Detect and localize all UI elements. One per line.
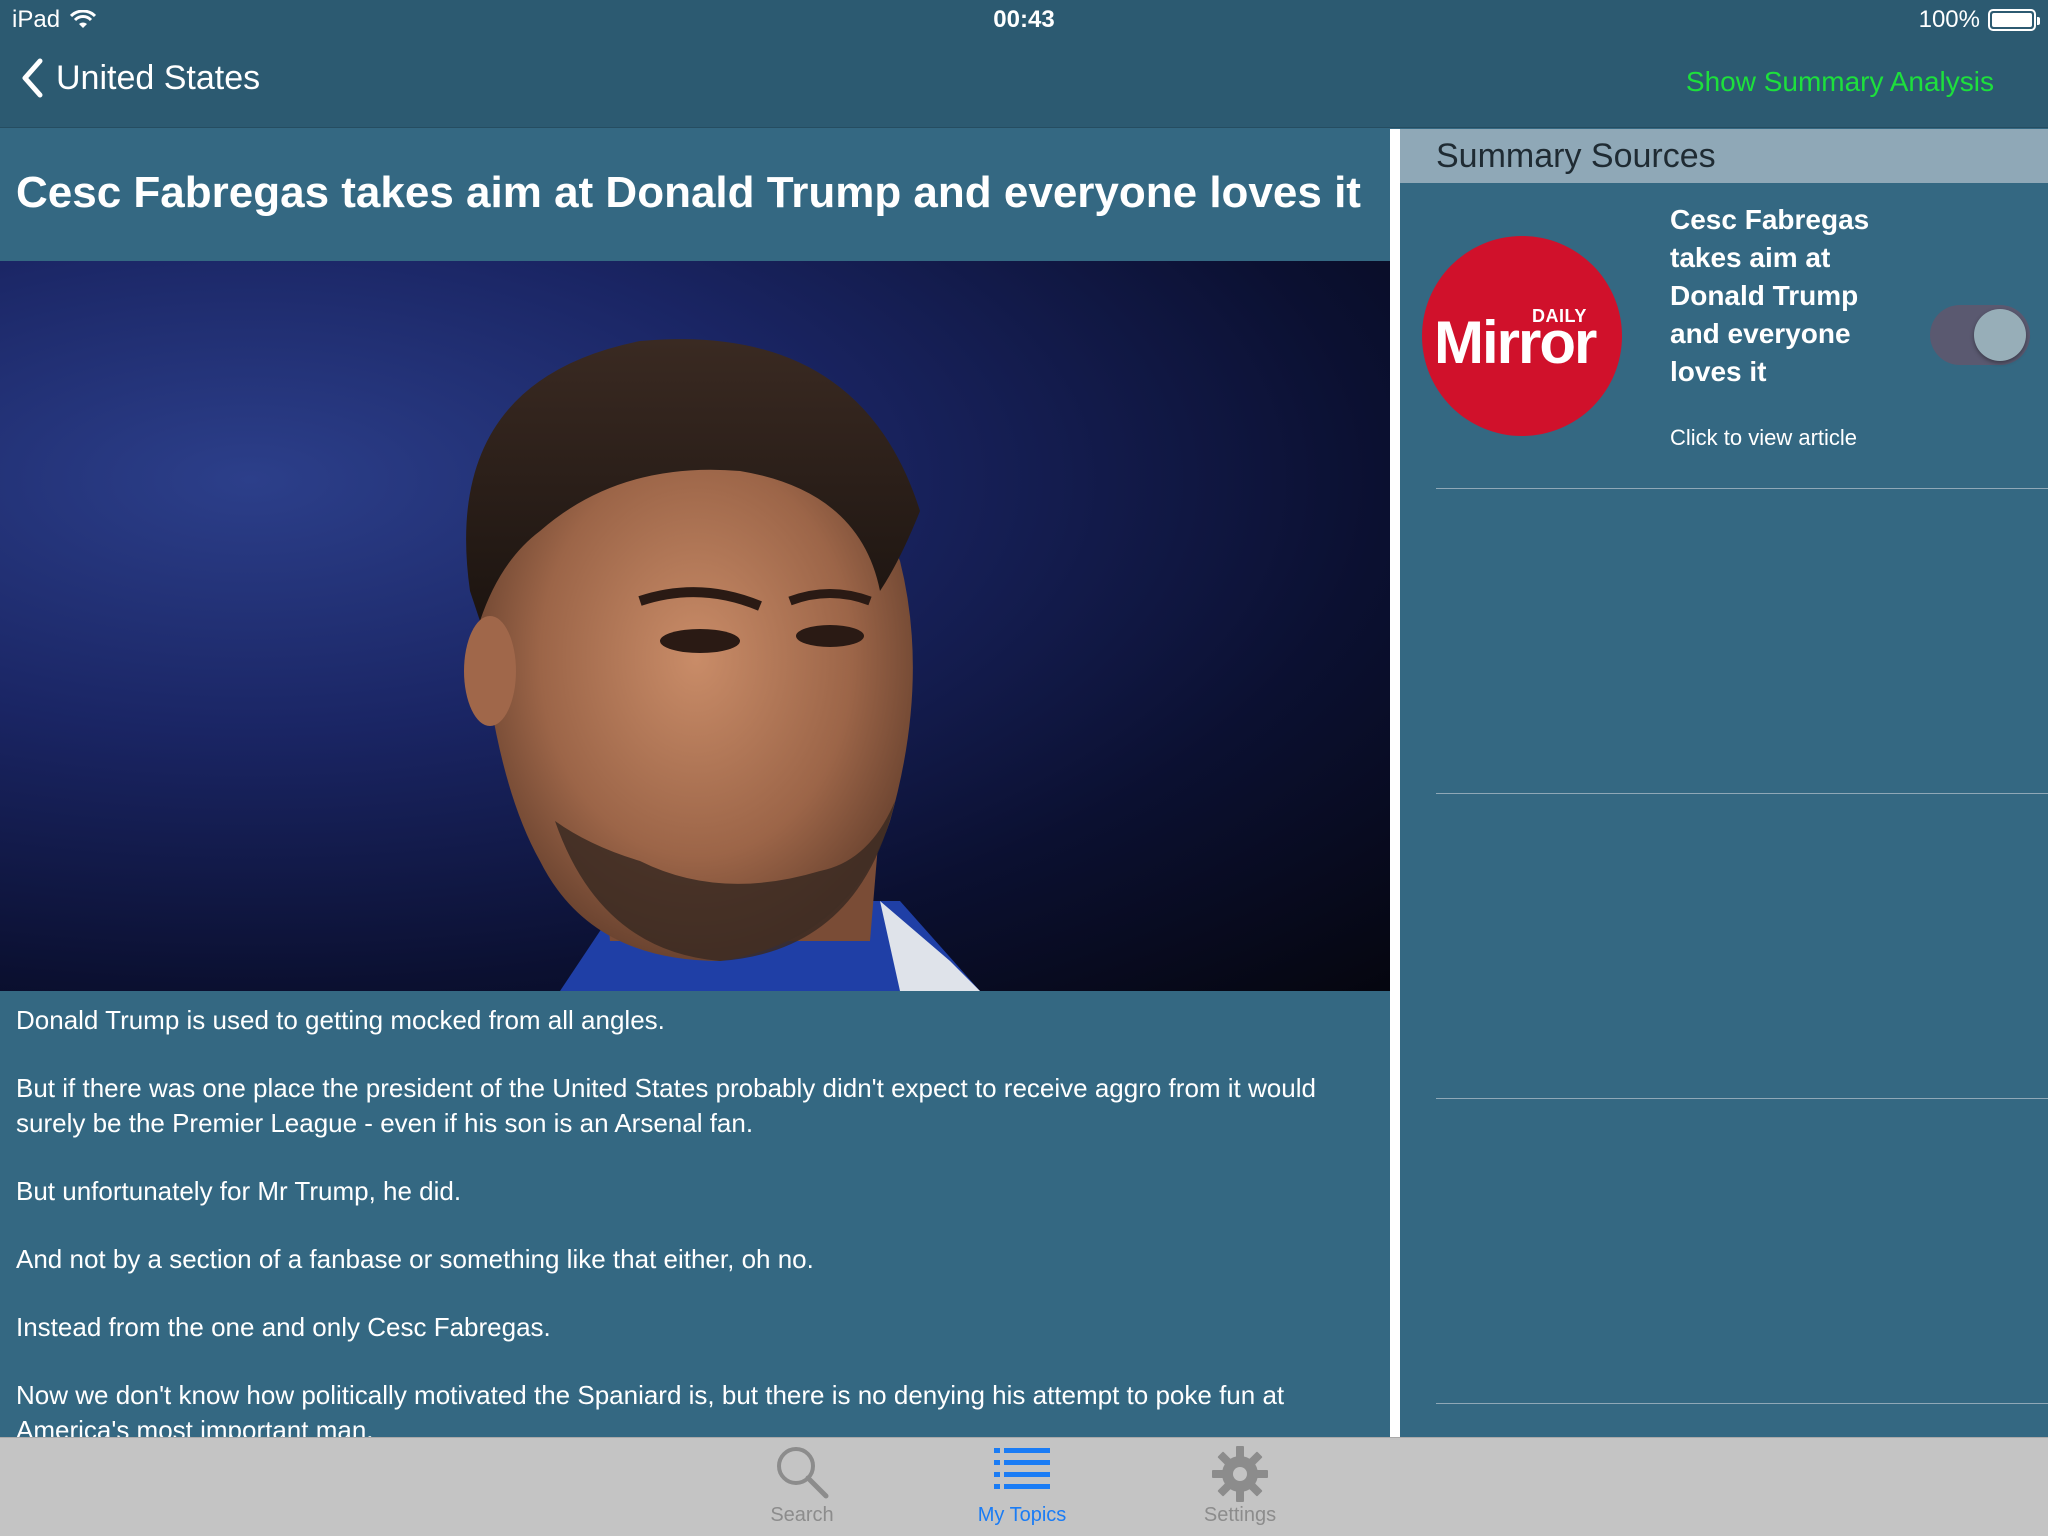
- summary-sources-pane[interactable]: Summary Sources DAILY Mirror Cesc Fabreg…: [1400, 129, 2048, 1437]
- tab-my-topics[interactable]: My Topics: [942, 1438, 1102, 1536]
- chevron-left-icon: [22, 58, 43, 98]
- article-paragraph: Donald Trump is used to getting mocked f…: [16, 1005, 665, 1035]
- split-divider: [1390, 129, 1400, 1437]
- list-icon: [994, 1448, 1050, 1489]
- source-toggle[interactable]: [1930, 305, 2030, 365]
- battery-icon: [1988, 9, 2040, 31]
- row-separator: [1436, 1098, 2048, 1099]
- article-title: Cesc Fabregas takes aim at Donald Trump …: [16, 168, 1361, 217]
- daily-mirror-logo: DAILY Mirror: [1422, 236, 1622, 436]
- show-summary-analysis-button[interactable]: Show Summary Analysis: [1686, 66, 1994, 98]
- back-button[interactable]: United States: [20, 58, 260, 98]
- article-pane[interactable]: Cesc Fabregas takes aim at Donald Trump …: [0, 129, 1390, 1437]
- tab-settings[interactable]: Settings: [1160, 1438, 1320, 1536]
- row-separator: [1436, 488, 2048, 489]
- article-hero-image: [0, 261, 1390, 991]
- battery-indicator: 100%: [1918, 6, 2040, 34]
- tab-bar: Search My Topics Settings: [0, 1437, 2048, 1536]
- view-article-link[interactable]: Click to view article: [1670, 425, 1857, 451]
- tab-search[interactable]: Search: [722, 1438, 882, 1536]
- tab-settings-label: Settings: [1203, 1504, 1277, 1526]
- article-paragraph: But if there was one place the president…: [16, 1073, 1316, 1138]
- toggle-knob: [1974, 309, 2026, 361]
- row-separator: [1436, 793, 2048, 794]
- article-body: Donald Trump is used to getting mocked f…: [16, 1003, 1376, 1437]
- source-item-title[interactable]: Cesc Fabregas takes aim at Donald Trump …: [1670, 201, 1890, 391]
- navigation-bar: United States Show Summary Analysis: [0, 40, 2048, 128]
- search-icon: [777, 1447, 829, 1499]
- row-separator: [1436, 1403, 2048, 1404]
- battery-percent: 100%: [1918, 6, 1980, 33]
- tab-search-label: Search: [770, 1504, 834, 1526]
- logo-main-text: Mirror: [1434, 309, 1597, 376]
- tab-my-topics-label: My Topics: [977, 1504, 1067, 1526]
- article-paragraph: Instead from the one and only Cesc Fabre…: [16, 1312, 551, 1342]
- back-button-label: United States: [56, 58, 261, 97]
- status-bar: iPad 00:43 100%: [0, 0, 2048, 40]
- article-paragraph: Now we don't know how politically motiva…: [16, 1380, 1285, 1437]
- article-paragraph: But unfortunately for Mr Trump, he did.: [16, 1176, 462, 1206]
- gear-icon: [1212, 1446, 1268, 1502]
- article-paragraph: And not by a section of a fanbase or som…: [16, 1244, 814, 1274]
- source-item[interactable]: DAILY Mirror Cesc Fabregas takes aim at …: [1400, 129, 2048, 489]
- status-time: 00:43: [993, 6, 1055, 33]
